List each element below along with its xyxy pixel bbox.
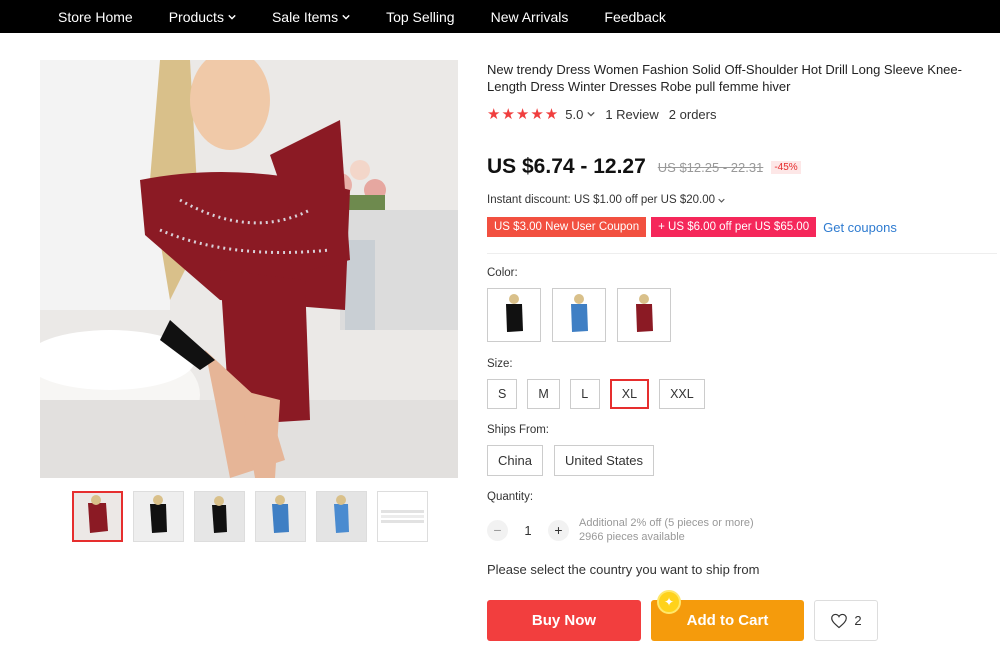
nav-products[interactable]: Products [169, 9, 236, 25]
heart-icon [831, 613, 848, 628]
nav-label: Store Home [58, 8, 133, 25]
thumbnail-strip [72, 491, 428, 542]
rating-row: ★★★★★ 5.0 1 Review 2 orders [487, 105, 717, 123]
quantity-stepper: − 1 + Additional 2% off (5 pieces or mor… [487, 516, 754, 544]
instant-discount[interactable]: Instant discount: US $1.00 off per US $2… [487, 194, 725, 206]
store-coupon[interactable]: + US $6.00 off per US $65.00 [651, 217, 817, 237]
nav-sale-items[interactable]: Sale Items [272, 9, 350, 25]
quantity-label: Quantity: [487, 491, 534, 503]
nav-label: Feedback [604, 8, 666, 25]
quantity-value[interactable]: 1 [508, 523, 548, 538]
buy-now-button[interactable]: Buy Now [487, 600, 641, 641]
thumbnail-image [74, 493, 121, 540]
ships-from-options: China United States [487, 445, 655, 476]
chevron-down-icon [718, 198, 725, 203]
size-option-l[interactable]: L [569, 379, 600, 409]
instant-discount-text: Instant discount: US $1.00 off per US $2… [487, 194, 716, 206]
chevron-down-icon[interactable] [587, 110, 595, 118]
thumbnail-blue-2[interactable] [316, 491, 367, 542]
size-label: Size: [487, 358, 513, 370]
rating-score[interactable]: 5.0 [565, 107, 583, 122]
nav-feedback[interactable]: Feedback [604, 9, 665, 25]
new-user-coupon[interactable]: US $3.00 New User Coupon [487, 217, 647, 237]
size-option-xl[interactable]: XL [609, 379, 650, 409]
quantity-increase-button[interactable]: + [548, 519, 569, 541]
wishlist-button[interactable]: 2 [814, 600, 878, 641]
color-options [487, 288, 671, 342]
thumbnail-image [317, 492, 366, 541]
color-swatch-image [557, 291, 601, 339]
color-swatch-image [492, 291, 536, 339]
size-option-m[interactable]: M [527, 379, 560, 409]
thumbnail-black-1[interactable] [133, 491, 184, 542]
nav-label: Sale Items [271, 8, 339, 25]
color-option-burgundy[interactable] [617, 288, 671, 342]
orders-count: 2 orders [668, 106, 717, 122]
get-coupons-link[interactable]: Get coupons [823, 220, 897, 235]
add-to-cart-label: Add to Cart [686, 612, 769, 629]
color-label: Color: [487, 267, 518, 279]
nav-label: New Arrivals [490, 8, 569, 25]
quantity-info: Additional 2% off (5 pieces or more) 296… [579, 516, 754, 544]
chevron-down-icon [228, 14, 236, 20]
main-product-image[interactable] [40, 60, 458, 478]
product-photo [40, 60, 458, 478]
nav-label: Products [168, 8, 224, 25]
star-rating-icon: ★★★★★ [487, 106, 560, 123]
thumbnail-image [256, 492, 305, 541]
current-price: US $6.74 - 12.27 [487, 155, 646, 178]
reviews-link[interactable]: 1 Review [605, 107, 658, 122]
thumbnail-burgundy[interactable] [72, 491, 123, 542]
coupon-row: US $3.00 New User Coupon + US $6.00 off … [487, 217, 897, 237]
thumbnail-blue-1[interactable] [255, 491, 306, 542]
quantity-decrease-button[interactable]: − [487, 519, 508, 541]
top-nav: Store Home Products Sale Items Top Selli… [0, 0, 1000, 33]
color-option-blue[interactable] [552, 288, 606, 342]
sparkle-icon: ✦ [657, 590, 681, 614]
add-to-cart-button[interactable]: ✦ Add to Cart [651, 590, 804, 641]
color-swatch-image [622, 291, 666, 339]
ship-country-notice: Please select the country you want to sh… [487, 562, 760, 577]
size-options: S M L XL XXL [487, 379, 705, 409]
chevron-down-icon [342, 14, 350, 20]
color-option-black[interactable] [487, 288, 541, 342]
thumbnail-size-chart[interactable] [377, 491, 428, 542]
ships-from-china[interactable]: China [487, 445, 543, 476]
thumbnail-image [195, 492, 244, 541]
stock-available-text: 2966 pieces available [579, 531, 685, 543]
thumbnail-image [378, 492, 427, 541]
discount-badge: -45% [771, 160, 801, 174]
price-row: US $6.74 - 12.27 US $12.25 - 22.31 -45% [487, 155, 801, 179]
product-title: New trendy Dress Women Fashion Solid Off… [487, 62, 962, 94]
divider [487, 253, 997, 254]
thumbnail-black-2[interactable] [194, 491, 245, 542]
original-price: US $12.25 - 22.31 [657, 159, 764, 175]
nav-label: Top Selling [386, 8, 455, 25]
nav-new-arrivals[interactable]: New Arrivals [491, 9, 569, 25]
nav-top-selling[interactable]: Top Selling [386, 9, 455, 25]
ships-from-united-states[interactable]: United States [553, 445, 655, 476]
ships-from-label: Ships From: [487, 424, 549, 436]
size-option-xxl[interactable]: XXL [659, 379, 705, 409]
nav-store-home[interactable]: Store Home [58, 9, 133, 25]
bulk-discount-text: Additional 2% off (5 pieces or more) [579, 517, 754, 529]
action-buttons: Buy Now ✦ Add to Cart 2 [487, 590, 878, 641]
size-option-s[interactable]: S [487, 379, 518, 409]
thumbnail-image [134, 492, 183, 541]
wishlist-count: 2 [854, 613, 862, 628]
